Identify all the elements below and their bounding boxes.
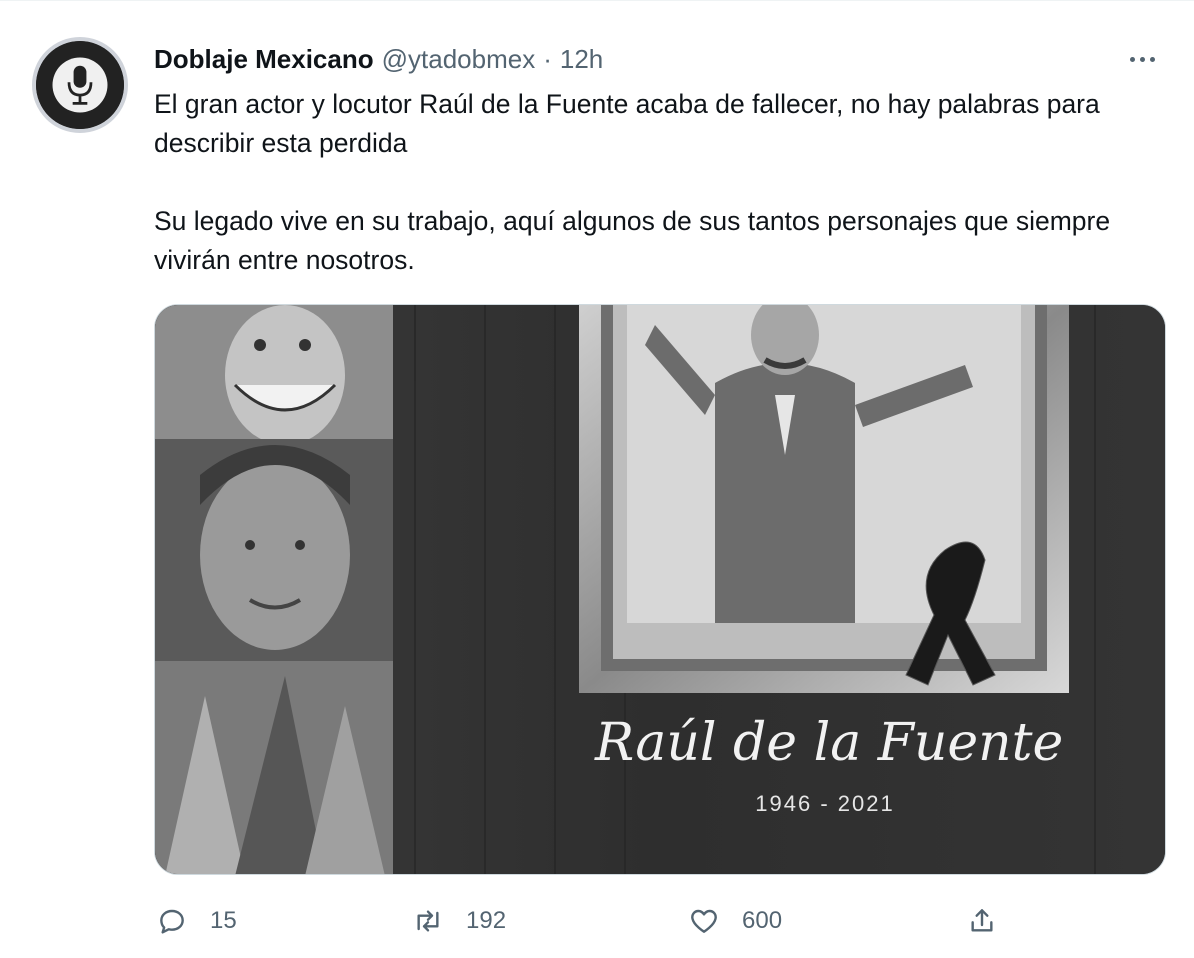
more-dot	[1149, 56, 1155, 62]
reply-count: 15	[210, 907, 237, 934]
more-dot	[1139, 56, 1145, 62]
display-name[interactable]: Doblaje Mexicano	[154, 44, 374, 75]
retweet-button[interactable]: 192	[412, 897, 506, 945]
retweet-icon	[417, 910, 439, 932]
timestamp[interactable]: 12h	[560, 44, 603, 75]
separator-dot: ·	[543, 43, 552, 74]
share-icon	[971, 909, 993, 932]
tweet[interactable]: Doblaje Mexicano @ytadobmex · 12h El gra…	[0, 0, 1194, 958]
avatar[interactable]	[32, 37, 128, 133]
user-handle[interactable]: @ytadobmex	[382, 44, 536, 75]
like-button[interactable]: 600	[688, 897, 782, 945]
tweet-header: Doblaje Mexicano @ytadobmex · 12h	[154, 41, 603, 77]
tweet-text: El gran actor y locutor Raúl de la Fuent…	[154, 85, 1164, 280]
reply-button[interactable]: 15	[156, 897, 237, 945]
tweet-media-image[interactable]: Raúl de la Fuente 1946 - 2021	[154, 304, 1166, 875]
more-options-icon[interactable]	[1118, 45, 1166, 73]
reply-icon	[160, 909, 184, 934]
tweet-paragraph: Su legado vive en su trabajo, aquí algun…	[154, 206, 1111, 275]
memorial-image	[155, 305, 1165, 874]
memorial-name: Raúl de la Fuente	[595, 713, 1064, 773]
share-button[interactable]	[966, 897, 998, 945]
like-count: 600	[742, 907, 783, 934]
heart-icon	[691, 909, 717, 933]
microphone-icon	[36, 41, 124, 129]
tweet-actions: 15 192 600	[154, 897, 1166, 945]
tweet-paragraph: El gran actor y locutor Raúl de la Fuent…	[154, 89, 1100, 158]
more-dot	[1129, 56, 1135, 62]
memorial-years: 1946 - 2021	[755, 791, 895, 816]
retweet-count: 192	[466, 907, 507, 934]
